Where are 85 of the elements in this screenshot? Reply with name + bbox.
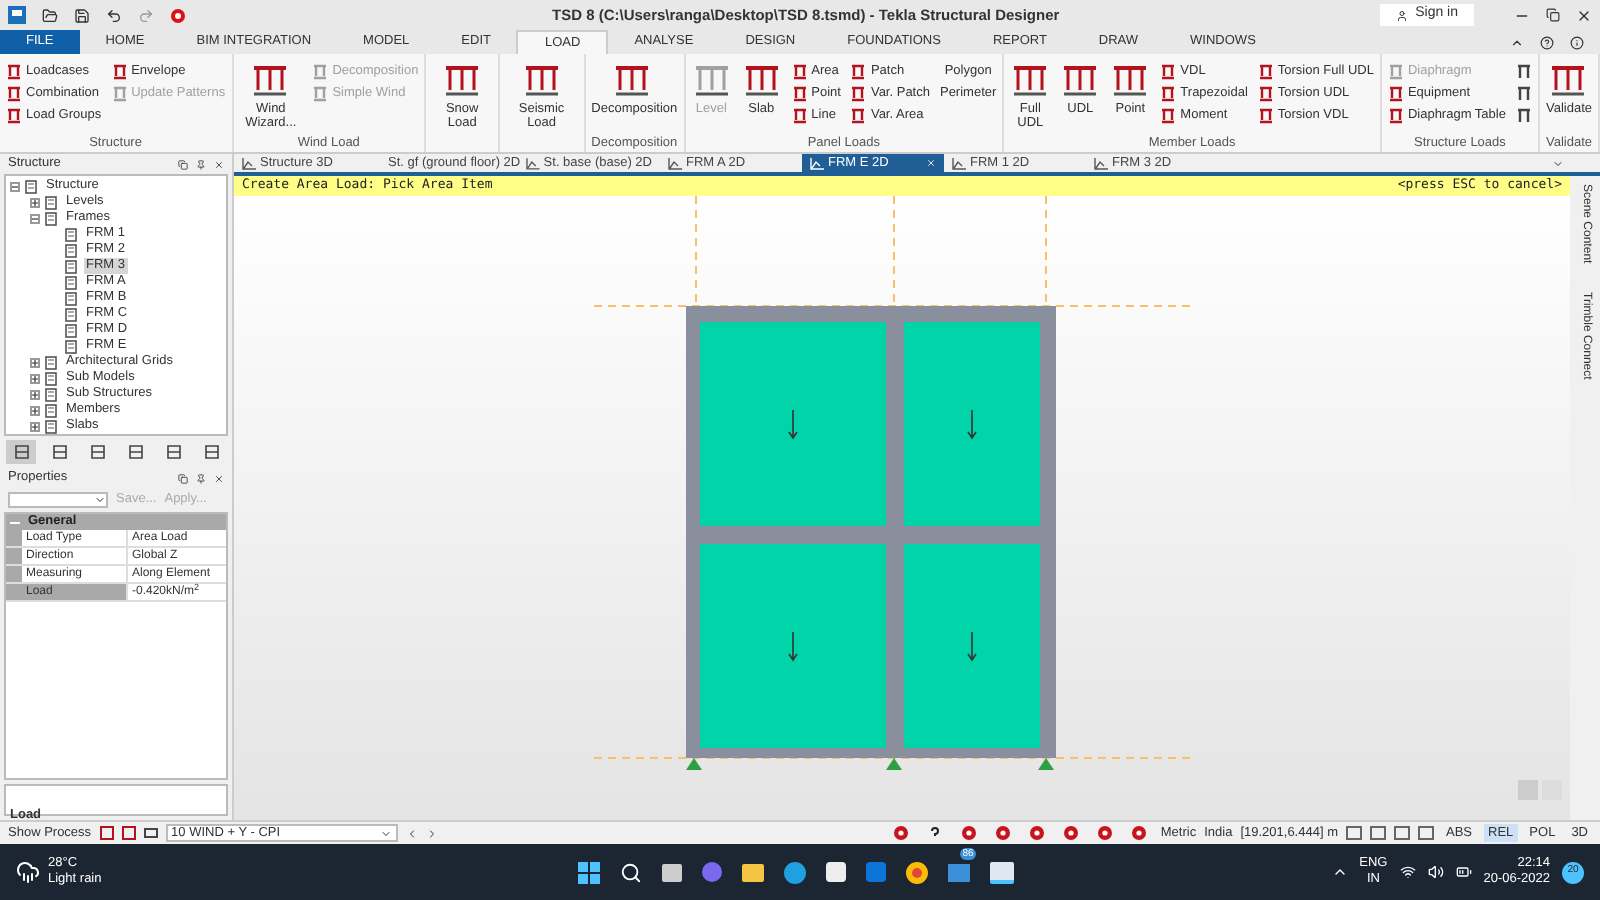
load-tool-icon[interactable] [1515, 84, 1532, 102]
user-icon [1395, 9, 1408, 21]
tree-node-icon [24, 179, 38, 193]
collapse-ribbon-icon[interactable] [1510, 35, 1524, 49]
view-icon [242, 157, 256, 169]
error-icon[interactable] [1030, 826, 1045, 840]
float-icon[interactable] [178, 473, 188, 483]
load-arrows-icon [1548, 62, 1589, 98]
view-icon [810, 157, 824, 169]
view-icon [668, 157, 682, 169]
load-arrows-icon [1257, 63, 1274, 79]
view-icon [1094, 157, 1108, 169]
expand-icon[interactable] [30, 405, 40, 415]
next-icon[interactable] [425, 827, 438, 839]
load-arrows-icon [850, 63, 867, 79]
start-icon[interactable] [578, 861, 601, 883]
pin-icon[interactable] [196, 473, 206, 483]
load-arrows-icon [442, 62, 483, 98]
restore-icon[interactable] [1546, 8, 1560, 22]
load-arrows-icon [691, 62, 732, 98]
load-arrows-icon [741, 62, 782, 98]
help-icon[interactable] [928, 826, 943, 840]
load-arrows-icon [111, 85, 128, 101]
expand-icon[interactable] [30, 389, 40, 399]
load-arrows-icon [6, 107, 22, 123]
float-icon[interactable] [178, 159, 188, 169]
load-arrows-icon [1257, 85, 1274, 101]
load-arrows-icon [6, 85, 22, 101]
battery-icon[interactable] [1455, 864, 1472, 880]
weather-icon[interactable] [16, 860, 40, 884]
error-icon[interactable] [1064, 826, 1079, 840]
load-tool-icon[interactable] [1515, 62, 1532, 80]
load-arrows-icon [1387, 63, 1404, 79]
load-arrows-icon [791, 85, 808, 101]
dropdown-caret-icon [94, 494, 106, 506]
load-arrows-icon [850, 85, 867, 101]
close-icon[interactable] [1576, 7, 1592, 23]
save-icon[interactable] [74, 7, 90, 23]
load-arrows-icon [1110, 62, 1151, 98]
pin-icon[interactable] [196, 159, 206, 169]
load-arrows-icon [1257, 107, 1274, 123]
undo-icon[interactable] [106, 7, 122, 23]
load-arrows-icon [111, 63, 128, 79]
collapse-icon[interactable] [10, 181, 20, 191]
load-tool-icon[interactable] [1515, 106, 1532, 124]
load-arrows-icon [1010, 62, 1051, 98]
view-icon [526, 157, 540, 169]
help-icon[interactable] [1540, 35, 1554, 49]
load-arrows-icon [1387, 107, 1404, 123]
error-icon[interactable] [1132, 826, 1147, 840]
load-arrows-icon [250, 62, 291, 98]
load-arrows-icon [850, 107, 867, 123]
volume-icon[interactable] [1427, 864, 1444, 880]
error-icon[interactable] [894, 826, 909, 840]
load-arrows-icon [791, 107, 808, 123]
error-icon[interactable] [962, 826, 977, 840]
load-arrows-icon [521, 62, 562, 98]
view-icon [952, 157, 966, 169]
expand-icon[interactable] [30, 197, 40, 207]
dropdown-caret-icon [379, 827, 392, 839]
load-arrows-icon [611, 62, 652, 98]
expand-icon[interactable] [30, 421, 40, 431]
load-arrows-icon [1060, 62, 1101, 98]
load-arrows-icon [1387, 85, 1404, 101]
load-arrows-icon [312, 63, 329, 79]
tab-list-icon[interactable] [1552, 157, 1564, 169]
load-arrows-icon [791, 63, 808, 79]
collapse-icon[interactable] [30, 213, 40, 223]
expand-icon[interactable] [30, 373, 40, 383]
load-arrows-icon [1160, 85, 1177, 101]
load-arrows-icon [312, 85, 329, 101]
load-arrows-icon [1160, 107, 1177, 123]
load-arrows-icon [6, 63, 22, 79]
load-arrows-icon [1160, 63, 1177, 79]
panel-tab-icon[interactable] [6, 440, 36, 464]
search-icon[interactable] [620, 861, 643, 883]
app-logo-icon [8, 6, 26, 24]
error-icon[interactable] [996, 826, 1011, 840]
previous-icon[interactable] [405, 827, 418, 839]
tray-overflow-icon[interactable] [1331, 864, 1348, 880]
info-icon[interactable] [1570, 35, 1584, 49]
stop-icon[interactable] [170, 7, 186, 23]
error-icon[interactable] [1098, 826, 1113, 840]
expand-icon[interactable] [30, 357, 40, 367]
wifi-icon[interactable] [1399, 864, 1416, 880]
